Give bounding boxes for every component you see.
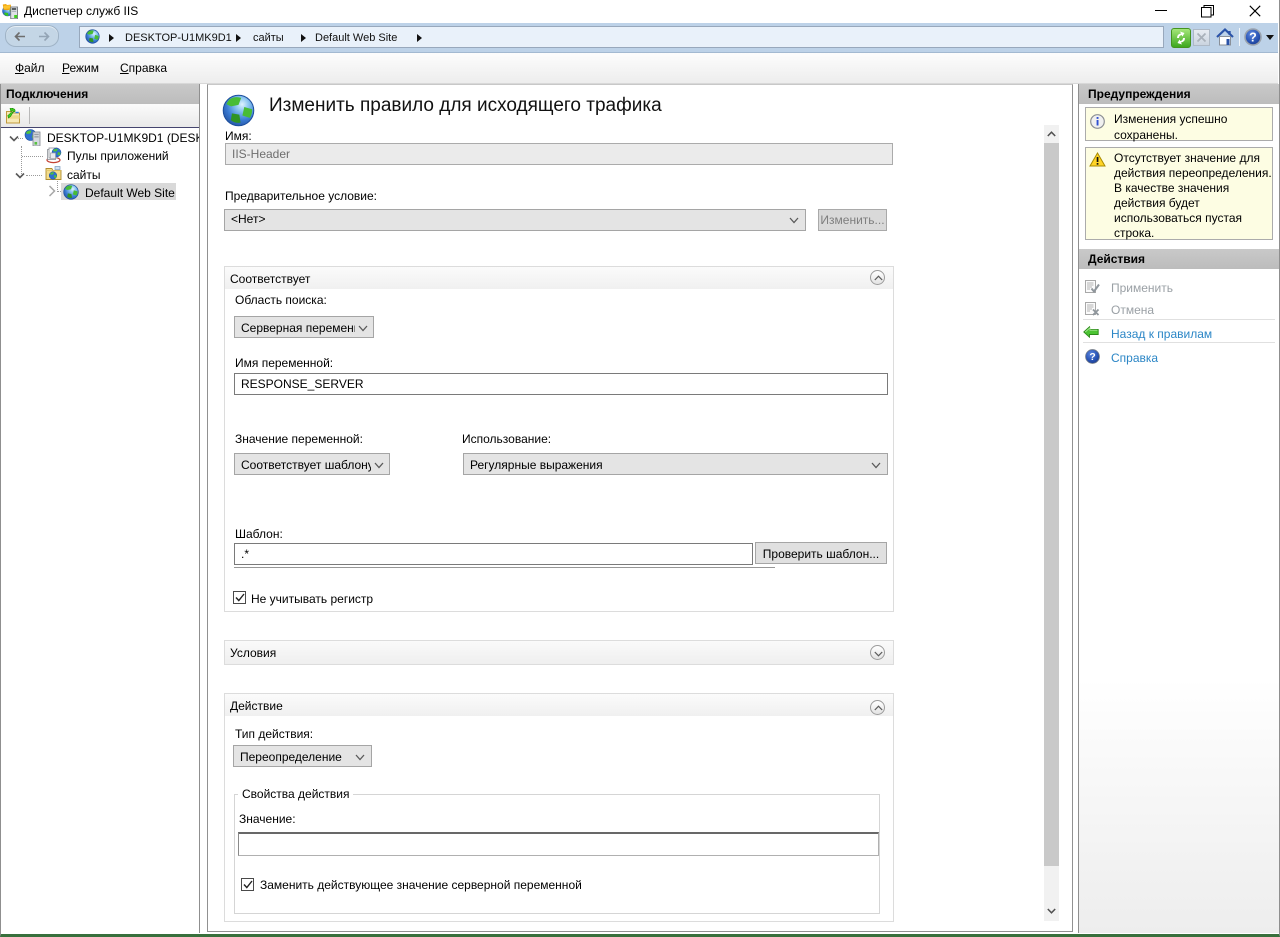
svg-text:?: ? (1089, 352, 1095, 363)
svg-text:?: ? (1249, 30, 1257, 44)
